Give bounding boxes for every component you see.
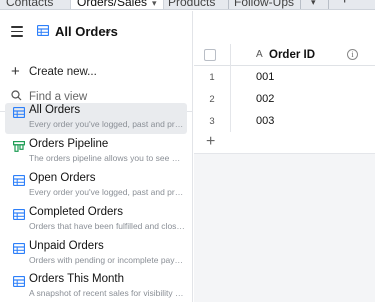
grid-icon: [13, 175, 25, 186]
view-name: All Orders: [29, 104, 81, 116]
column-separator: [230, 66, 231, 89]
find-view-placeholder: Find a view: [29, 91, 88, 103]
order-id-cell[interactable]: 001: [256, 71, 274, 83]
text-field-icon: A: [256, 49, 263, 60]
table-row[interactable]: 3 003: [194, 110, 375, 133]
views-sidebar: All Orders ⌄ + Create new... Find a view…: [0, 11, 193, 302]
grid-icon: [13, 243, 25, 254]
view-name: Unpaid Orders: [29, 240, 104, 252]
view-description: A snapshot of recent sales for visibilit…: [29, 288, 185, 298]
tab-follow-ups[interactable]: Follow-Ups: [234, 0, 294, 9]
grid-icon: [13, 276, 25, 287]
sidebar-item-completed-orders[interactable]: Completed Orders Orders that have been f…: [5, 205, 187, 236]
grid-icon: [13, 209, 25, 220]
sidebar-item-orders-this-month[interactable]: Orders This Month A snapshot of recent s…: [5, 272, 187, 302]
tab-separator: [228, 0, 229, 9]
view-description: Orders with pending or incomplete paymen…: [29, 255, 185, 265]
select-all-checkbox[interactable]: [204, 49, 216, 61]
tabs-overflow-chevron-icon[interactable]: ▾: [311, 0, 316, 9]
sidebar-item-orders-pipeline[interactable]: Orders Pipeline The orders pipeline allo…: [5, 137, 187, 168]
table-row[interactable]: 1 001: [194, 66, 375, 89]
order-id-cell[interactable]: 002: [256, 93, 274, 105]
create-view-label: Create new...: [29, 66, 97, 78]
sidebar-item-all-orders[interactable]: All Orders Every order you've logged, pa…: [5, 103, 187, 134]
tab-separator: [328, 0, 329, 9]
row-number: 1: [209, 72, 215, 83]
view-name: Open Orders: [29, 172, 96, 184]
tab-bar: Contacts Orders/Sales ▾ Products Follow-U…: [0, 0, 375, 10]
records-grid: A Order ID i 1 001 2 002 3 003 +: [194, 44, 375, 302]
search-icon: [11, 90, 29, 104]
view-description: Every order you've logged, past and pres…: [29, 119, 185, 129]
column-header-order-id[interactable]: Order ID: [269, 49, 315, 61]
sidebar-item-unpaid-orders[interactable]: Unpaid Orders Orders with pending or inc…: [5, 239, 187, 270]
tab-orders-sales[interactable]: Orders/Sales ▾: [70, 0, 164, 9]
tab-label: Orders/Sales: [77, 0, 148, 9]
grid-icon: [37, 25, 49, 36]
view-description: Orders that have been fulfilled and clos…: [29, 221, 185, 231]
grid-icon: [13, 107, 25, 118]
add-tab-button[interactable]: +: [340, 0, 349, 8]
view-name: Completed Orders: [29, 206, 123, 218]
create-view-button[interactable]: + Create new...: [11, 63, 186, 81]
hamburger-menu-icon[interactable]: [11, 26, 23, 37]
view-name: Orders This Month: [29, 273, 125, 285]
chevron-down-icon[interactable]: ▾: [152, 0, 157, 8]
plus-icon: +: [11, 63, 20, 80]
plus-icon: +: [206, 133, 216, 150]
info-icon[interactable]: i: [347, 49, 358, 60]
tab-contacts[interactable]: Contacts: [6, 0, 53, 9]
view-header: All Orders ⌄: [0, 18, 193, 46]
column-separator: [230, 110, 231, 133]
view-description: The orders pipeline allows you to see wh…: [29, 153, 185, 163]
view-description: Every order you've logged, past and pres…: [29, 187, 185, 197]
tab-separator: [300, 0, 301, 9]
chevron-down-icon[interactable]: ⌄: [103, 24, 112, 37]
kanban-icon: [13, 141, 25, 152]
column-separator: [230, 88, 231, 111]
row-number: 2: [209, 94, 215, 105]
column-separator: [230, 44, 231, 66]
row-number: 3: [209, 116, 215, 127]
grid-header: A Order ID i: [194, 44, 375, 66]
table-row[interactable]: 2 002: [194, 88, 375, 111]
add-record-button[interactable]: +: [194, 132, 375, 154]
view-name: Orders Pipeline: [29, 138, 109, 150]
order-id-cell[interactable]: 003: [256, 115, 274, 127]
sidebar-item-open-orders[interactable]: Open Orders Every order you've logged, p…: [5, 171, 187, 202]
tab-products[interactable]: Products: [168, 0, 215, 9]
